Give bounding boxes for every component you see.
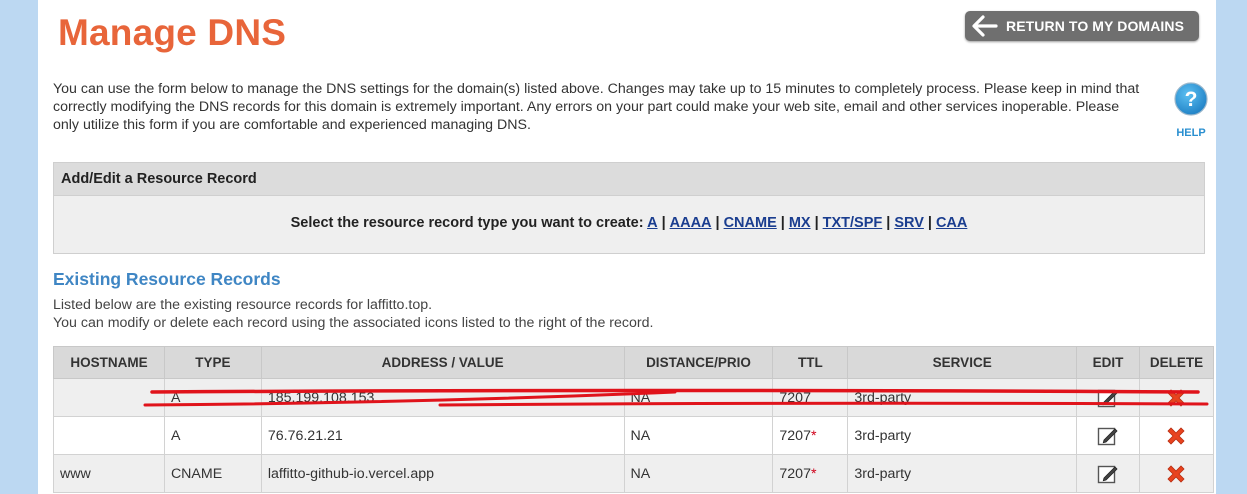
cell-type: CNAME [163, 454, 262, 493]
cell-delete [1138, 378, 1215, 417]
column-header-distance-prio: DISTANCE/PRIO [623, 346, 774, 379]
cell-ttl: 7207 [772, 378, 849, 417]
existing-records-title: Existing Resource Records [53, 269, 281, 289]
cell-delete [1138, 416, 1215, 455]
record-type-selector: Select the resource record type you want… [290, 215, 968, 231]
pencil-edit-icon[interactable] [1096, 424, 1120, 448]
record-type-prompt: Select the resource record type you want… [290, 215, 644, 231]
column-header-type: TYPE [163, 346, 262, 379]
table-row: A 76.76.21.21 NA 7207* 3rd-party [53, 416, 1215, 455]
pencil-edit-icon[interactable] [1096, 386, 1120, 410]
existing-records-description: Listed below are the existing resource r… [53, 297, 653, 332]
cell-hostname [53, 378, 165, 417]
cell-address: laffitto-github-io.vercel.app [260, 454, 625, 493]
cell-service: 3rd-party [847, 416, 1078, 455]
red-x-delete-icon[interactable] [1164, 386, 1188, 410]
record-type-link-aaaa[interactable]: AAAA [670, 215, 712, 231]
return-button-label: RETURN TO MY DOMAINS [1006, 18, 1185, 34]
intro-text: You can use the form below to manage the… [53, 81, 1140, 133]
cell-type: A [163, 378, 262, 417]
cell-service: 3rd-party [847, 454, 1078, 493]
red-x-delete-icon[interactable] [1164, 462, 1188, 486]
add-edit-record-panel: Add/Edit a Resource Record Select the re… [53, 162, 1205, 254]
cell-edit [1076, 416, 1140, 455]
cell-edit [1076, 454, 1140, 493]
question-mark-icon: ? [1174, 82, 1208, 116]
svg-text:?: ? [1185, 88, 1198, 111]
column-header-service: SERVICE [847, 346, 1078, 379]
cell-service: 3rd-party [847, 378, 1078, 417]
pencil-edit-icon[interactable] [1096, 462, 1120, 486]
resource-records-table: HOSTNAME TYPE ADDRESS / VALUE DISTANCE/P… [53, 346, 1215, 493]
cell-prio: NA [623, 416, 774, 455]
record-type-link-srv[interactable]: SRV [894, 215, 924, 231]
column-header-address: ADDRESS / VALUE [260, 346, 625, 379]
cell-ttl: 7207* [772, 416, 849, 455]
cell-edit [1076, 378, 1140, 417]
record-type-link-caa[interactable]: CAA [936, 215, 967, 231]
cell-address: 76.76.21.21 [260, 416, 625, 455]
cell-prio: NA [623, 378, 774, 417]
help-label: HELP [1176, 127, 1206, 139]
column-header-delete: DELETE [1138, 346, 1215, 379]
arrow-left-icon [972, 15, 998, 37]
table-header-row: HOSTNAME TYPE ADDRESS / VALUE DISTANCE/P… [53, 346, 1215, 379]
record-type-link-cname[interactable]: CNAME [724, 215, 777, 231]
column-header-ttl: TTL [772, 346, 849, 379]
cell-type: A [163, 416, 262, 455]
dns-page: Manage DNS RETURN TO MY DOMAINS You can … [38, 0, 1216, 494]
return-to-my-domains-button[interactable]: RETURN TO MY DOMAINS [965, 11, 1199, 41]
column-header-edit: EDIT [1076, 346, 1140, 379]
existing-records-line-1: Listed below are the existing resource r… [53, 297, 433, 313]
cell-hostname: www [53, 454, 165, 493]
cell-ttl: 7207* [772, 454, 849, 493]
record-type-link-a[interactable]: A [647, 215, 657, 231]
table-row: www CNAME laffitto-github-io.vercel.app … [53, 454, 1215, 493]
cell-delete [1138, 454, 1215, 493]
column-header-hostname: HOSTNAME [53, 346, 165, 379]
record-type-link-mx[interactable]: MX [789, 215, 811, 231]
cell-prio: NA [623, 454, 774, 493]
page-title: Manage DNS [58, 12, 287, 53]
table-row: A 185.199.108.153 NA 7207 3rd-party [53, 378, 1215, 417]
existing-records-line-2: You can modify or delete each record usi… [53, 314, 654, 331]
cell-hostname [53, 416, 165, 455]
record-type-link-txt-spf[interactable]: TXT/SPF [823, 215, 883, 231]
help-button[interactable]: ? HELP [1170, 82, 1212, 139]
add-edit-record-heading: Add/Edit a Resource Record [54, 163, 1204, 196]
cell-address: 185.199.108.153 [260, 378, 625, 417]
red-x-delete-icon[interactable] [1164, 424, 1188, 448]
